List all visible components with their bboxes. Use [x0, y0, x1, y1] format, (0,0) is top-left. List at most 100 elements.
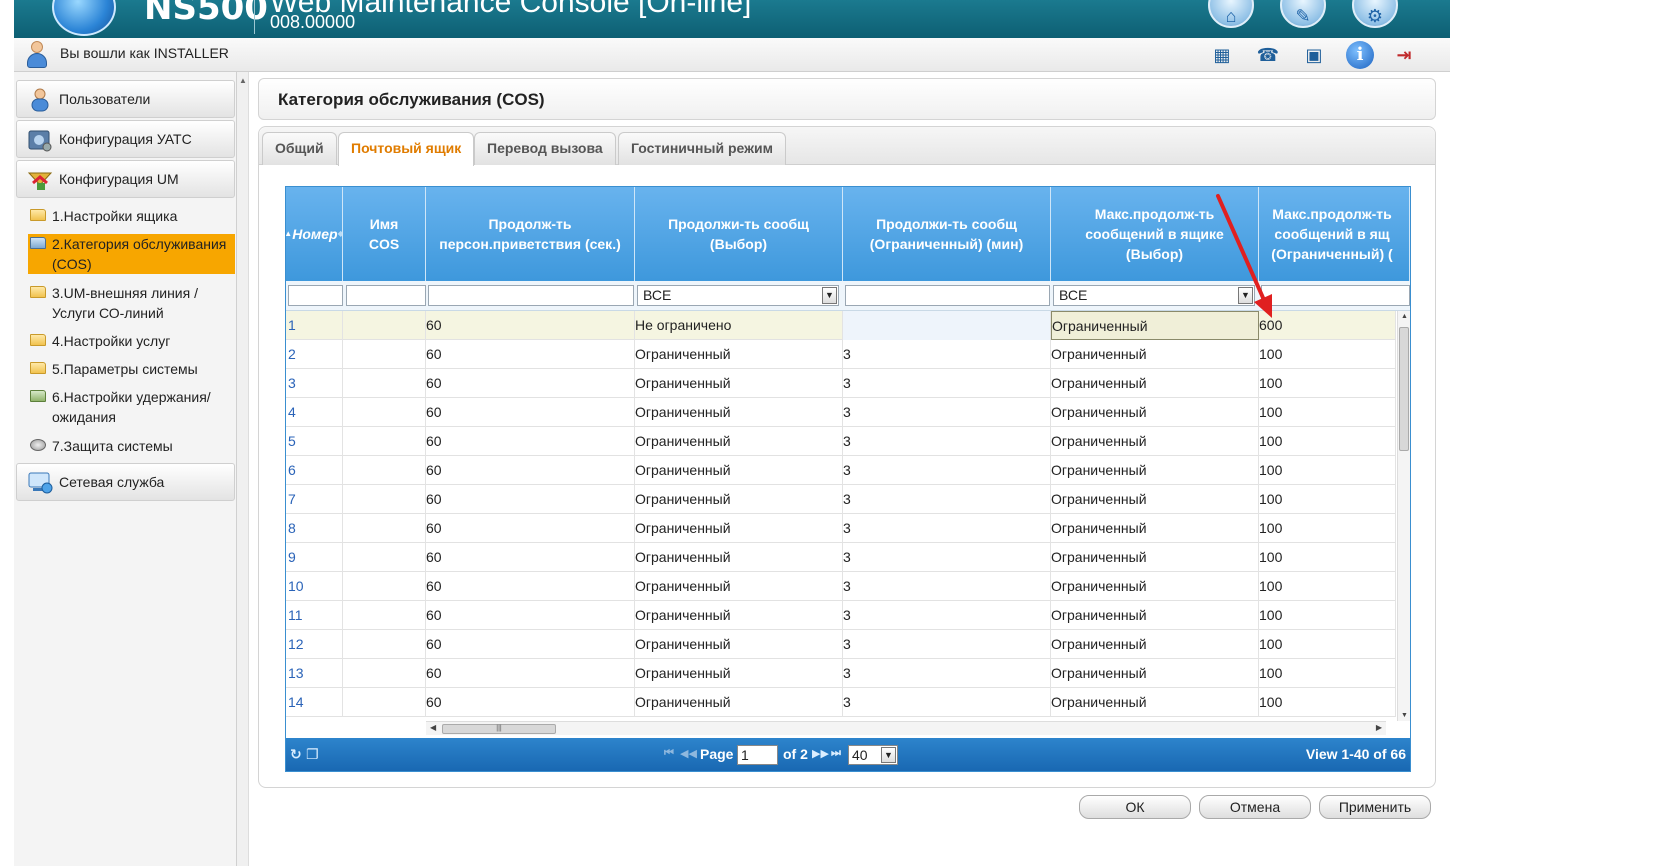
cell-max-choice[interactable]: Ограниченный [1051, 688, 1259, 717]
sidebar-section-pbx-config[interactable]: Конфигурация УАТС [16, 120, 235, 158]
grid-vertical-scrollbar[interactable]: ▲ ▼ [1397, 311, 1410, 721]
cell-max-choice[interactable]: Ограниченный [1051, 514, 1259, 543]
filter-cos-name-input[interactable] [346, 285, 426, 306]
copy-icon[interactable]: ❐ [306, 746, 319, 763]
cell-msg-limit[interactable]: 3 [843, 369, 1051, 398]
cell-max-limit[interactable]: 100 [1259, 456, 1396, 485]
cell-name[interactable] [343, 572, 426, 601]
cell-max-choice[interactable]: Ограниченный [1051, 311, 1259, 340]
cell-msg-choice[interactable]: Ограниченный [635, 485, 843, 514]
cell-msg-limit[interactable]: 3 [843, 398, 1051, 427]
info-icon[interactable]: i [1346, 41, 1374, 69]
ok-button[interactable]: ОК [1079, 795, 1191, 819]
cell-max-limit[interactable]: 600 [1259, 311, 1396, 340]
scroll-thumb[interactable] [1399, 327, 1409, 451]
cell-greet[interactable]: 60 [426, 485, 635, 514]
cell-name[interactable] [343, 427, 426, 456]
cell-msg-limit[interactable]: 3 [843, 456, 1051, 485]
table-row[interactable]: 4 60 Ограниченный 3 Ограниченный 100 [286, 398, 1396, 427]
column-header-message-duration-choice[interactable]: Продолжи-ть сообщ (Выбор) [635, 187, 843, 281]
table-row[interactable]: 12 60 Ограниченный 3 Ограниченный 100 [286, 630, 1396, 659]
last-page-icon[interactable]: ⏭ [831, 747, 841, 760]
cell-name[interactable] [343, 543, 426, 572]
cell-max-choice[interactable]: Ограниченный [1051, 543, 1259, 572]
cell-name[interactable] [343, 688, 426, 717]
cell-max-limit[interactable]: 100 [1259, 427, 1396, 456]
cell-name[interactable] [343, 311, 426, 340]
cell-msg-choice[interactable]: Ограниченный [635, 456, 843, 485]
sidebar-item-cos[interactable]: 2.Категория обслуживания (COS) [28, 234, 235, 274]
calendar-alert-icon[interactable]: ▦ [1208, 42, 1236, 68]
cell-num[interactable]: 11 [286, 601, 343, 630]
table-row[interactable]: 1 60 Не ограничено Ограниченный 600 [286, 311, 1396, 340]
cell-greet[interactable]: 60 [426, 688, 635, 717]
cell-num[interactable]: 6 [286, 456, 343, 485]
table-row[interactable]: 6 60 Ограниченный 3 Ограниченный 100 [286, 456, 1396, 485]
table-row[interactable]: 11 60 Ограниченный 3 Ограниченный 100 [286, 601, 1396, 630]
sidebar-item-service-settings[interactable]: 4.Настройки услуг [28, 331, 235, 351]
logout-icon[interactable]: ⇥ [1390, 42, 1418, 68]
cell-name[interactable] [343, 630, 426, 659]
cell-max-limit[interactable]: 100 [1259, 485, 1396, 514]
cell-num[interactable]: 2 [286, 340, 343, 369]
cell-greet[interactable]: 60 [426, 601, 635, 630]
tab-mailbox[interactable]: Почтовый ящик [338, 132, 475, 166]
cell-greet[interactable]: 60 [426, 427, 635, 456]
table-row[interactable]: 14 60 Ограниченный 3 Ограниченный 100 [286, 688, 1396, 717]
cell-max-limit[interactable]: 100 [1259, 688, 1396, 717]
cell-name[interactable] [343, 601, 426, 630]
table-row[interactable]: 8 60 Ограниченный 3 Ограниченный 100 [286, 514, 1396, 543]
cell-msg-choice[interactable]: Ограниченный [635, 369, 843, 398]
cell-msg-choice[interactable]: Ограниченный [635, 427, 843, 456]
table-row[interactable]: 9 60 Ограниченный 3 Ограниченный 100 [286, 543, 1396, 572]
column-header-cos-name[interactable]: Имя COS [343, 187, 426, 281]
sidebar-scrollbar[interactable]: ▲ [237, 72, 249, 866]
cell-num[interactable]: 5 [286, 427, 343, 456]
cancel-button[interactable]: Отмена [1199, 795, 1311, 819]
filter-max-limited-input[interactable] [1261, 285, 1410, 306]
cell-num[interactable]: 14 [286, 688, 343, 717]
filter-max-choice-select[interactable]: ВСЕ ▼ [1053, 285, 1255, 306]
prev-page-icon[interactable]: ◀◀ [680, 747, 697, 760]
tab-general[interactable]: Общий [262, 132, 337, 165]
cell-msg-limit[interactable]: 3 [843, 601, 1051, 630]
column-header-greeting-duration[interactable]: Продолж-ть персон.приветствия (сек.) [426, 187, 635, 281]
table-row[interactable]: 2 60 Ограниченный 3 Ограниченный 100 [286, 340, 1396, 369]
tab-hotel-mode[interactable]: Гостиничный режим [618, 132, 786, 165]
cell-name[interactable] [343, 514, 426, 543]
cell-max-choice[interactable]: Ограниченный [1051, 398, 1259, 427]
cell-msg-limit[interactable]: 3 [843, 514, 1051, 543]
cell-name[interactable] [343, 340, 426, 369]
cell-max-limit[interactable]: 100 [1259, 514, 1396, 543]
cell-max-choice[interactable]: Ограниченный [1051, 485, 1259, 514]
sidebar-item-hold-settings[interactable]: 6.Настройки удержания/ожидания [28, 387, 235, 427]
filter-message-choice-select[interactable]: ВСЕ ▼ [637, 285, 839, 306]
column-header-max-duration-limited[interactable]: Макс.продолж-ть сообщений в ящ (Ограниче… [1259, 187, 1410, 281]
cell-num[interactable]: 1 [286, 311, 343, 340]
table-row[interactable]: 5 60 Ограниченный 3 Ограниченный 100 [286, 427, 1396, 456]
cell-num[interactable]: 7 [286, 485, 343, 514]
page-size-select[interactable]: 40 ▼ [848, 745, 898, 765]
cell-num[interactable]: 13 [286, 659, 343, 688]
cell-max-limit[interactable]: 100 [1259, 369, 1396, 398]
cell-msg-limit[interactable]: 3 [843, 659, 1051, 688]
cell-max-choice[interactable]: Ограниченный [1051, 601, 1259, 630]
cell-greet[interactable]: 60 [426, 543, 635, 572]
first-page-icon[interactable]: ⏮ [664, 747, 674, 760]
save-icon[interactable]: ▣ [1300, 42, 1328, 68]
sidebar-item-mailbox-settings[interactable]: 1.Настройки ящика [28, 206, 235, 226]
cell-max-choice[interactable]: Ограниченный [1051, 456, 1259, 485]
cell-msg-choice[interactable]: Ограниченный [635, 398, 843, 427]
sidebar-item-um-external-line[interactable]: 3.UM-внешняя линия / Услуги СО-линий [28, 283, 235, 323]
grid-horizontal-scrollbar[interactable]: ◀ ||| ▶ [426, 721, 1386, 735]
cell-max-choice[interactable]: Ограниченный [1051, 340, 1259, 369]
tab-call-transfer[interactable]: Перевод вызова [474, 132, 616, 165]
cell-max-choice[interactable]: Ограниченный [1051, 369, 1259, 398]
cell-greet[interactable]: 60 [426, 369, 635, 398]
column-header-number[interactable]: ▲Номер◆ [286, 187, 343, 281]
cell-msg-limit[interactable]: 3 [843, 485, 1051, 514]
cell-max-limit[interactable]: 100 [1259, 543, 1396, 572]
cell-greet[interactable]: 60 [426, 630, 635, 659]
cell-msg-limit[interactable]: 3 [843, 688, 1051, 717]
table-row[interactable]: 7 60 Ограниченный 3 Ограниченный 100 [286, 485, 1396, 514]
